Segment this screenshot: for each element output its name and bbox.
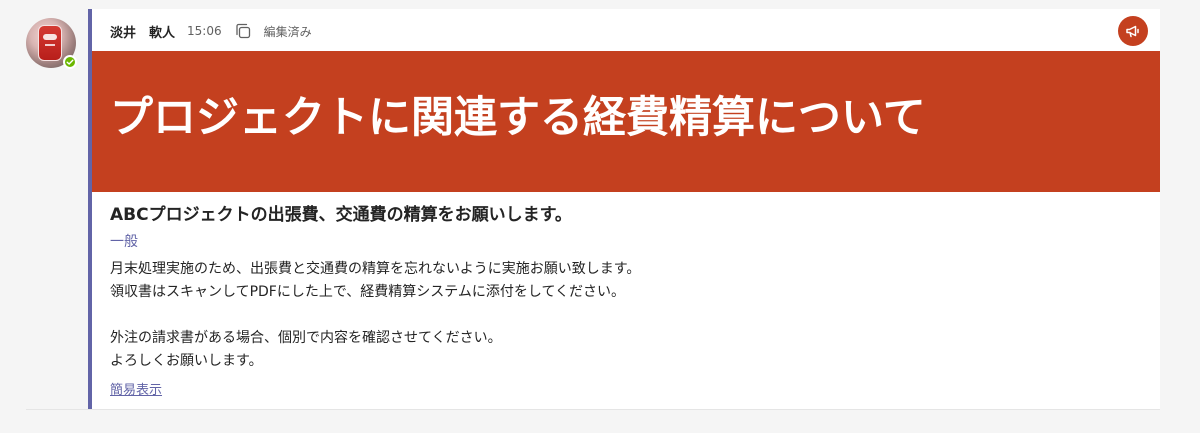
body-line: よろしくお願いします。 [110, 353, 263, 369]
message-timestamp[interactable]: 15:06 [187, 24, 222, 38]
sender-name[interactable]: 淡井 軟人 [110, 22, 175, 41]
check-icon [66, 59, 74, 65]
edited-label: 編集済み [263, 24, 312, 39]
message-header: 淡井 軟人 15:06 編集済み [110, 20, 312, 42]
megaphone-icon [1118, 16, 1148, 46]
body-line: 外注の請求書がある場合、個別で内容を確認させてください。 [110, 330, 502, 346]
copy-icon[interactable] [234, 22, 252, 40]
collapse-link[interactable]: 簡易表示 [110, 383, 162, 399]
body-line: 月末処理実施のため、出張費と交通費の精算を忘れないように実施お願い致します。 [110, 261, 641, 277]
message-body: 月末処理実施のため、出張費と交通費の精算を忘れないように実施お願い致します。 領… [110, 258, 1090, 373]
announcement-title: プロジェクトに関連する経費精算について [110, 93, 926, 143]
announcement-banner: プロジェクトに関連する経費精算について [92, 51, 1160, 192]
avatar-photo [38, 25, 62, 61]
message-card: 淡井 軟人 15:06 編集済み プロジェクトに関連する経費精算について ABC… [88, 9, 1160, 410]
body-line: 領収書はスキャンしてPDFにした上で、経費精算システムに添付をしてください。 [110, 284, 626, 300]
message-subject: ABCプロジェクトの出張費、交通費の精算をお願いします。 [110, 205, 572, 225]
channel-link[interactable]: 一般 [110, 233, 138, 251]
presence-status-badge [63, 55, 77, 69]
message-separator [26, 409, 1160, 410]
